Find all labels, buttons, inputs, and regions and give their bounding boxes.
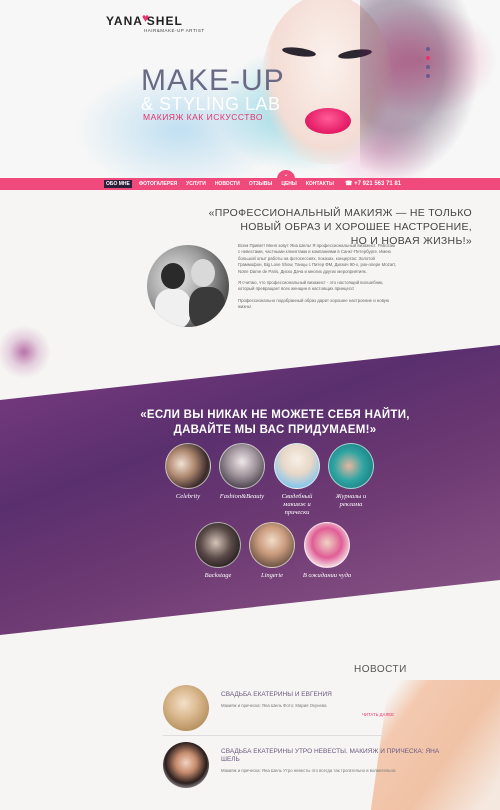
nav-item-reviews[interactable]: ОТЗЫВЫ — [247, 180, 274, 188]
hero-title: MAKE-UP — [141, 64, 285, 97]
portfolio-heading-line: ДАВАЙТЕ МЫ ВАС ПРИДУМАЕМ!» — [173, 424, 377, 436]
main-navbar: ОБО МНЕ ФОТОГАЛЕРЕЯ УСЛУГИ НОВОСТИ ОТЗЫВ… — [0, 178, 500, 190]
slider-dot[interactable] — [426, 47, 430, 51]
about-paragraph: Я считаю, что профессиональный визажист … — [238, 280, 384, 292]
category-label: Свадебный макияж и прически — [281, 493, 313, 516]
slider-dot[interactable] — [426, 74, 430, 78]
news-thumbnail[interactable] — [163, 685, 209, 731]
portfolio-heading-line: «ЕСЛИ ВЫ НИКАК НЕ МОЖЕТЕ СЕБЯ НАЙТИ, — [140, 409, 410, 421]
quote-line: НОВЫЙ ОБРАЗ И ХОРОШЕЕ НАСТРОЕНИЕ, — [240, 221, 472, 233]
category-thumbnail — [328, 443, 374, 489]
category-thumbnail — [165, 443, 211, 489]
news-item-description: Макияж и прическа: Яна Шель Утро невесты… — [221, 768, 397, 773]
category-lingerie[interactable]: Lingerie — [247, 522, 297, 580]
category-thumbnail — [304, 522, 350, 568]
hero-banner: YANA SHEL ♥ HAIR&MAKE-UP ARTIST MAKE-UP … — [0, 0, 500, 178]
category-wedding[interactable]: Свадебный макияж и прически — [272, 443, 322, 517]
slider-dot[interactable] — [426, 65, 430, 69]
about-quote: «ПРОФЕССИОНАЛЬНЫЙ МАКИЯЖ — НЕ ТОЛЬКО НОВ… — [200, 206, 472, 248]
category-fashion-beauty[interactable]: Fashion&Beauty — [217, 443, 267, 501]
slider-dot-active[interactable] — [426, 56, 430, 60]
nav-item-services[interactable]: УСЛУГИ — [184, 180, 208, 188]
news-divider — [163, 735, 383, 736]
paint-splatter-decoration — [0, 325, 60, 385]
heart-icon: ♥ — [142, 11, 150, 25]
hair-illustration — [360, 0, 480, 178]
about-text: Всем Привет! Меня зовут Яна Шель! Я проф… — [238, 243, 398, 316]
category-label: Celebrity — [175, 493, 201, 500]
about-paragraph: Профессионально подобранный образ дарит … — [238, 297, 390, 310]
nav-item-about[interactable]: ОБО МНЕ — [104, 180, 132, 188]
about-paragraph: Всем Привет! Меня зовут Яна Шель! Я проф… — [238, 243, 396, 274]
read-more-link[interactable]: ЧИТАТЬ ДАЛЕЕ — [362, 712, 394, 717]
nav-item-gallery[interactable]: ФОТОГАЛЕРЕЯ — [137, 180, 179, 188]
news-item-description: Макияж и прическа: Яна Шель Фото: Мария … — [221, 703, 327, 708]
category-label: Fashion&Beauty — [219, 493, 265, 500]
nav-item-prices[interactable]: ЦЕНЫ — [279, 180, 299, 188]
portfolio-heading: «ЕСЛИ ВЫ НИКАК НЕ МОЖЕТЕ СЕБЯ НАЙТИ, ДАВ… — [140, 408, 410, 438]
hero-subtitle: МАКИЯЖ КАК ИСКУССТВО — [143, 112, 263, 122]
about-photo — [147, 245, 229, 327]
paint-stroke-decoration — [370, 680, 500, 810]
quote-line: «ПРОФЕССИОНАЛЬНЫЙ МАКИЯЖ — НЕ ТОЛЬКО — [208, 207, 472, 219]
category-label: Журналы и реклама — [335, 493, 367, 508]
site-logo[interactable]: YANA SHEL ♥ HAIR&MAKE-UP ARTIST — [106, 11, 205, 33]
category-celebrity[interactable]: Celebrity — [163, 443, 213, 501]
category-label: В ожидании чуда — [302, 572, 352, 579]
lips-illustration — [305, 108, 351, 134]
news-heading: НОВОСТИ — [354, 664, 407, 675]
category-thumbnail — [195, 522, 241, 568]
nav-item-contacts[interactable]: КОНТАКТЫ — [304, 180, 336, 188]
category-maternity[interactable]: В ожидании чуда — [302, 522, 352, 580]
category-magazines[interactable]: Журналы и реклама — [326, 443, 376, 509]
category-thumbnail — [274, 443, 320, 489]
category-backstage[interactable]: Backstage — [193, 522, 243, 580]
category-label: Lingerie — [260, 572, 284, 579]
category-thumbnail — [249, 522, 295, 568]
logo-subtitle: HAIR&MAKE-UP ARTIST — [144, 28, 205, 33]
phone-number[interactable]: ☎ +7 921 563 71 81 — [345, 178, 401, 190]
news-thumbnail[interactable] — [163, 742, 209, 788]
category-thumbnail — [219, 443, 265, 489]
slider-dots — [426, 47, 432, 83]
nav-item-news[interactable]: НОВОСТИ — [213, 180, 242, 188]
news-item-title[interactable]: СВАДЬБА ЕКАТЕРИНЫ УТРО НЕВЕСТЫ. МАКИЯЖ И… — [221, 748, 441, 764]
nav-menu: ОБО МНЕ ФОТОГАЛЕРЕЯ УСЛУГИ НОВОСТИ ОТЗЫВ… — [104, 178, 341, 190]
news-item-title[interactable]: СВАДЬБА ЕКАТЕРИНЫ И ЕВГЕНИЯ — [221, 691, 441, 699]
category-label: Backstage — [204, 572, 232, 579]
